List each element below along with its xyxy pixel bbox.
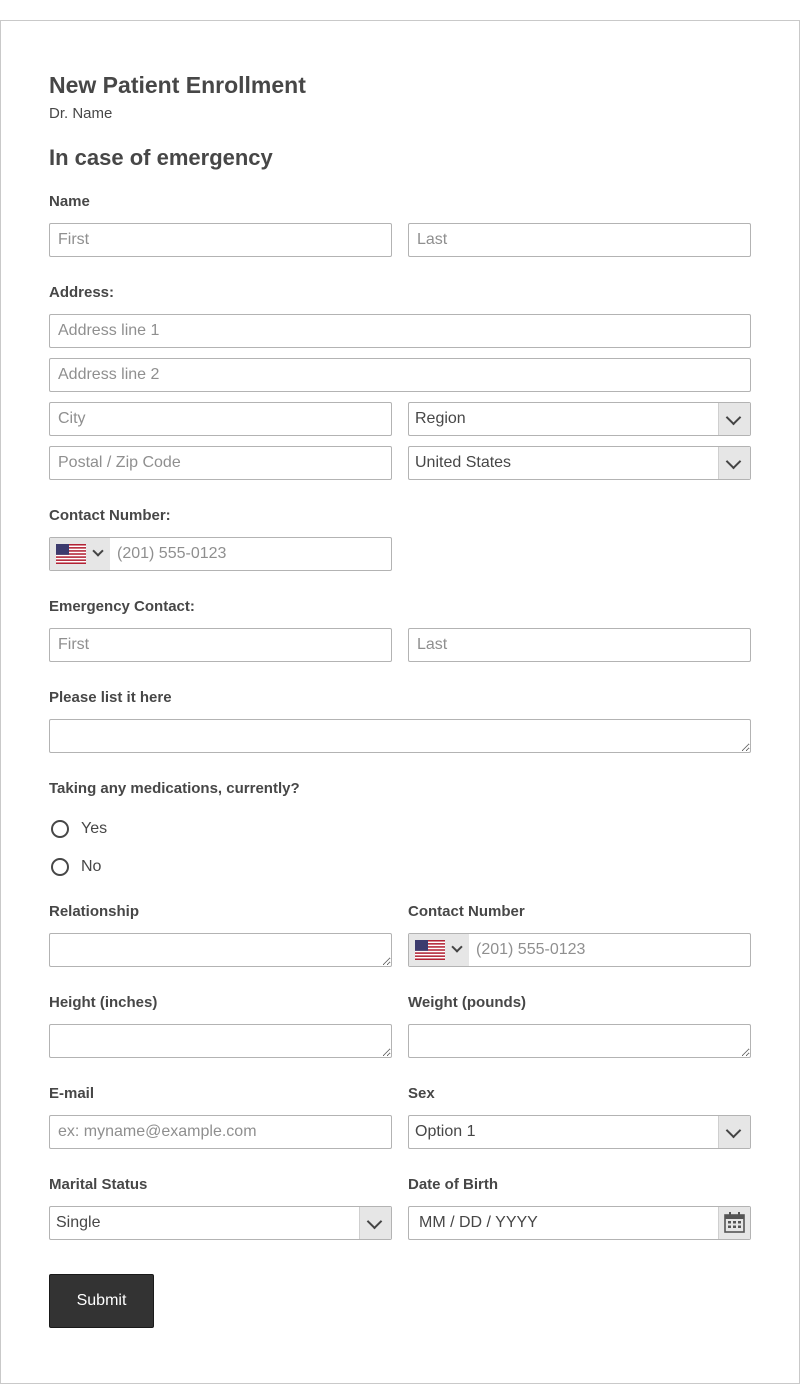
chevron-down-icon xyxy=(451,941,463,953)
calendar-icon[interactable] xyxy=(718,1207,750,1239)
us-flag-icon xyxy=(415,940,445,960)
emergency-contact-label: Emergency Contact: xyxy=(49,598,195,615)
list-here-label: Please list it here xyxy=(49,689,172,706)
medications-no-radio[interactable] xyxy=(51,858,69,876)
marital-status-label: Marital Status xyxy=(49,1176,148,1193)
dob-label: Date of Birth xyxy=(408,1176,498,1193)
region-select-value: Region xyxy=(415,410,466,427)
medications-yes-label[interactable]: Yes xyxy=(81,820,107,838)
region-select[interactable]: Region xyxy=(408,402,751,436)
phone-placeholder: (201) 555-0123 xyxy=(476,941,586,958)
chevron-down-icon xyxy=(718,1116,750,1148)
phone-placeholder: (201) 555-0123 xyxy=(117,545,227,562)
sex-select-value: Option 1 xyxy=(415,1123,476,1140)
country-select[interactable]: United States xyxy=(408,446,751,480)
name-label: Name xyxy=(49,193,90,210)
medications-no-label[interactable]: No xyxy=(81,858,101,876)
chevron-down-icon xyxy=(718,447,750,479)
marital-status-value: Single xyxy=(56,1214,101,1231)
address-label: Address: xyxy=(49,284,115,301)
medications-yes-radio[interactable] xyxy=(51,820,69,838)
country-code-selector[interactable] xyxy=(409,934,469,966)
marital-status-select[interactable]: Single xyxy=(49,1206,392,1240)
email-label: E-mail xyxy=(49,1085,95,1102)
weight-label: Weight (pounds) xyxy=(408,994,527,1011)
chevron-down-icon xyxy=(92,545,104,557)
relationship-label: Relationship xyxy=(49,903,140,920)
address-line1-input[interactable] xyxy=(49,314,751,348)
form-title: New Patient Enrollment xyxy=(49,72,306,98)
form-subtitle: Dr. Name xyxy=(49,105,113,122)
city-input[interactable] xyxy=(49,402,392,436)
email-input[interactable] xyxy=(49,1115,392,1149)
country-select-value: United States xyxy=(415,454,512,471)
weight-textarea[interactable] xyxy=(408,1024,751,1058)
relationship-textarea[interactable] xyxy=(49,933,392,967)
height-textarea[interactable] xyxy=(49,1024,392,1058)
contact-number-2-label: Contact Number xyxy=(408,903,525,920)
first-name-input[interactable] xyxy=(49,223,392,257)
contact-number-field[interactable]: (201) 555-0123 xyxy=(49,537,392,571)
submit-button[interactable]: Submit xyxy=(49,1274,154,1328)
section-heading: In case of emergency xyxy=(49,145,273,170)
dob-placeholder: MM / DD / YYYY xyxy=(419,1214,538,1231)
list-here-textarea[interactable] xyxy=(49,719,751,753)
emergency-last-input[interactable] xyxy=(408,628,751,662)
us-flag-icon xyxy=(56,544,86,564)
dob-field[interactable]: MM / DD / YYYY xyxy=(408,1206,751,1240)
medications-label: Taking any medications, currently? xyxy=(49,780,300,797)
address-line2-input[interactable] xyxy=(49,358,751,392)
sex-select[interactable]: Option 1 xyxy=(408,1115,751,1149)
emergency-first-input[interactable] xyxy=(49,628,392,662)
sex-label: Sex xyxy=(408,1085,435,1102)
chevron-down-icon xyxy=(718,403,750,435)
height-label: Height (inches) xyxy=(49,994,158,1011)
postal-code-input[interactable] xyxy=(49,446,392,480)
last-name-input[interactable] xyxy=(408,223,751,257)
country-code-selector[interactable] xyxy=(50,538,110,570)
chevron-down-icon xyxy=(359,1207,391,1239)
contact-number-2-field[interactable]: (201) 555-0123 xyxy=(408,933,751,967)
contact-number-label: Contact Number: xyxy=(49,507,171,524)
